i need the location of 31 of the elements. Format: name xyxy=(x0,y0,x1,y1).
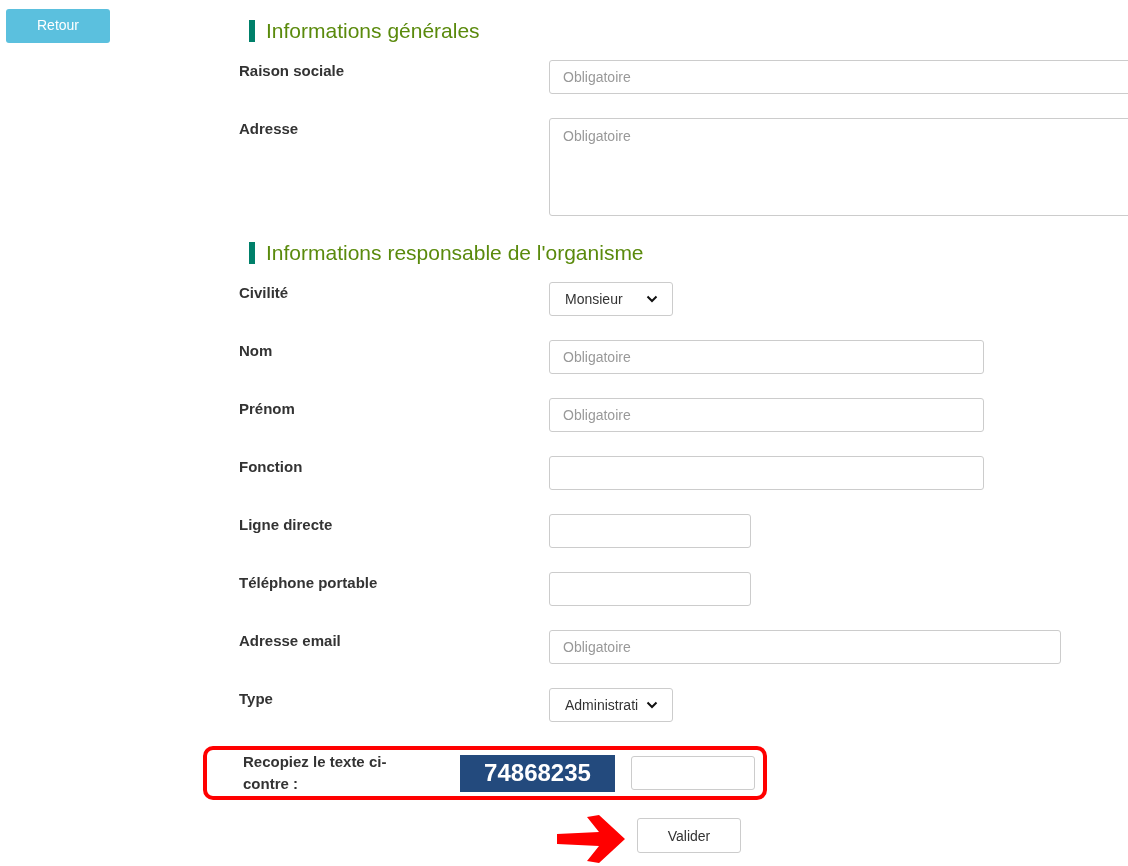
field-label: Adresse email xyxy=(239,631,342,649)
input-field[interactable] xyxy=(549,514,751,548)
input-field[interactable]: Obligatoire xyxy=(549,630,1061,664)
select-dropdown[interactable]: Administrati xyxy=(549,688,673,722)
field-label: Recopiez le texte ci-contre : xyxy=(243,752,388,794)
captcha-input[interactable] xyxy=(631,756,755,790)
heading-bar xyxy=(249,242,255,264)
input-field[interactable]: Obligatoire xyxy=(549,398,984,432)
section-title: Informations générales xyxy=(266,19,480,43)
arrow-icon xyxy=(555,813,627,865)
field-label: Prénom xyxy=(239,399,296,417)
section-title: Informations responsable de l'organisme xyxy=(266,241,644,265)
chevron-down-icon xyxy=(646,701,658,709)
field-label: Fonction xyxy=(239,457,304,475)
input-field[interactable]: Obligatoire xyxy=(549,60,1128,94)
field-label: Adresse xyxy=(239,119,300,137)
field-label: Civilité xyxy=(239,283,290,301)
captcha-code: 74868235 xyxy=(460,754,615,792)
submit-button[interactable]: Valider xyxy=(637,818,741,853)
field-label: Téléphone portable xyxy=(239,573,379,591)
select-dropdown[interactable]: Monsieur xyxy=(549,282,673,316)
chevron-down-icon xyxy=(646,295,658,303)
input-field[interactable] xyxy=(549,572,751,606)
field-label: Type xyxy=(239,689,274,707)
field-label: Ligne directe xyxy=(239,515,334,533)
input-field[interactable] xyxy=(549,456,984,490)
field-label: Nom xyxy=(239,341,274,359)
field-label: Raison sociale xyxy=(239,61,346,79)
heading-bar xyxy=(249,20,255,42)
text-area[interactable]: Obligatoire xyxy=(549,118,1128,216)
input-field[interactable]: Obligatoire xyxy=(549,340,984,374)
